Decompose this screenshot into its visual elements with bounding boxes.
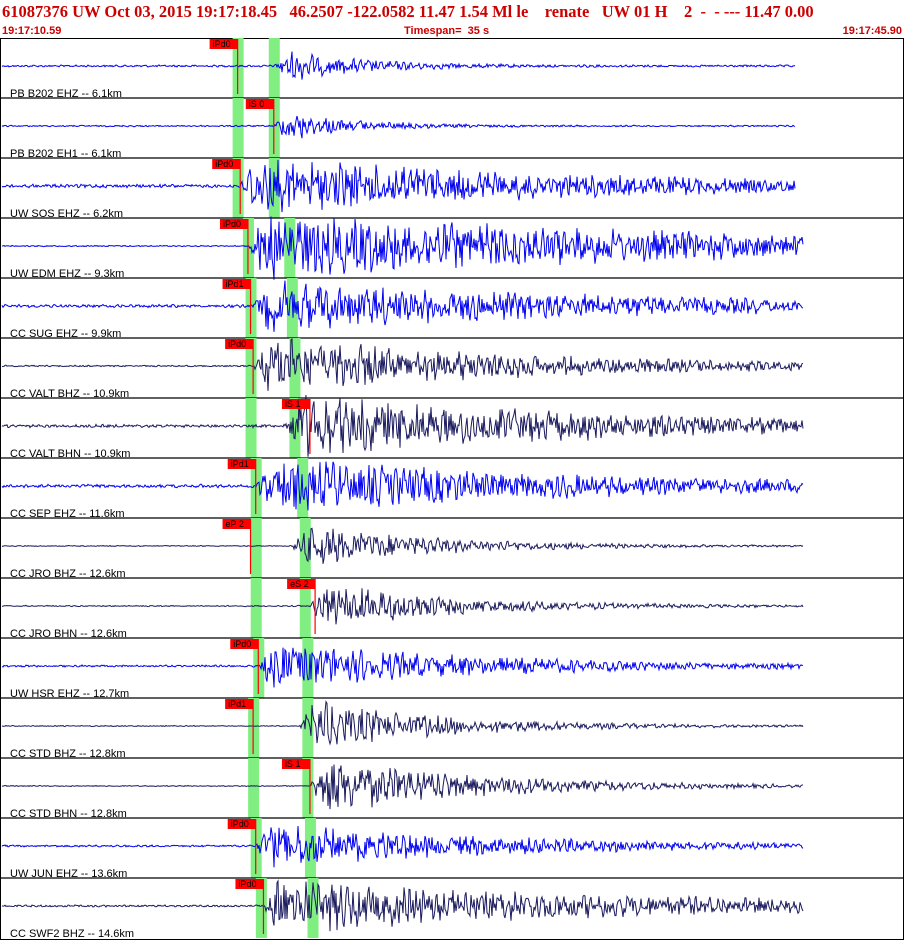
pick-label: iPd0 xyxy=(238,879,256,889)
trace-row: CC STD BHN -- 12.8kmiS 1 xyxy=(0,757,904,820)
p-phase-band xyxy=(245,398,257,458)
pick-label: iPd0 xyxy=(223,219,241,229)
waveform-trace xyxy=(1,115,796,139)
pick-label: iPd0 xyxy=(231,819,249,829)
plot-header: 61087376 UW Oct 03, 2015 19:17:18.45 46.… xyxy=(0,0,904,38)
waveform-trace xyxy=(1,764,804,810)
trace-row: CC SWF2 BHZ -- 14.6km iPd0 xyxy=(0,877,904,940)
pick-label: iPd0 xyxy=(228,339,246,349)
pick-label: iPd0 xyxy=(215,159,233,169)
trace-row: CC SEP EHZ -- 11.6kmiPd1 xyxy=(0,457,904,520)
trace-row: CC STD BHZ -- 12.8kmiPd1 xyxy=(0,697,904,760)
pick-label: eP 2 xyxy=(226,519,244,529)
event-title: 61087376 UW Oct 03, 2015 19:17:18.45 46.… xyxy=(2,2,814,21)
p-phase-band xyxy=(232,98,244,158)
trace-row: CC VALT BHZ -- 10.9kmiPd0 xyxy=(0,337,904,400)
start-time: 19:17:10.59 xyxy=(2,25,62,37)
pick-label: iS 1 xyxy=(285,759,301,769)
waveform-trace xyxy=(2,527,804,564)
trace-row: CC JRO BHN -- 12.6kmeS 2 xyxy=(0,577,904,640)
trace-row: UW HSR EHZ -- 12.7kmiPd0 xyxy=(0,637,904,700)
pick-label: iS 1 xyxy=(285,399,301,409)
waveform-trace xyxy=(1,337,804,391)
pick-label: iPd0 xyxy=(233,639,251,649)
pick-label: iPd1 xyxy=(231,459,249,469)
p-phase-band xyxy=(248,758,260,818)
pick-label: eS 2 xyxy=(290,579,309,589)
trace-row: UW SOS EHZ -- 6.2kmiPd0 xyxy=(0,157,904,220)
pick-label: iPd1 xyxy=(226,279,244,289)
trace-row: CC VALT BHN -- 10.9kmiS 1 xyxy=(0,395,904,460)
timespan-label: Timespan= 35 s xyxy=(404,25,490,37)
trace-row: UW JUN EHZ -- 13.6kmiPd0 xyxy=(0,817,904,880)
trace-row: CC JRO BHZ -- 12.6kmeP 2 xyxy=(0,517,904,580)
waveform-trace xyxy=(1,700,804,746)
waveform-trace xyxy=(1,825,804,868)
waveform-trace xyxy=(1,879,804,932)
end-time: 19:17:45.90 xyxy=(842,25,902,37)
p-phase-band xyxy=(250,578,262,638)
trace-row: UW EDM EHZ -- 9.3kmiPd0 xyxy=(0,216,904,280)
s-phase-band xyxy=(268,38,280,98)
waveform-trace xyxy=(1,647,804,688)
waveform-trace xyxy=(1,51,796,80)
seismogram-panel: PB B202 EHZ -- 6.1kmiPd0PB B202 EH1 -- 6… xyxy=(0,38,904,940)
p-phase-band xyxy=(250,518,262,578)
station-label: CC SWF2 BHZ -- 14.6km xyxy=(10,928,134,940)
pick-label: iPd0 xyxy=(213,39,231,49)
trace-row: PB B202 EH1 -- 6.1kmiS 0 xyxy=(0,97,904,160)
waveform-trace xyxy=(1,461,804,511)
pick-label: iPd1 xyxy=(228,699,246,709)
waveform-trace xyxy=(1,159,796,213)
waveform-trace xyxy=(2,588,804,625)
pick-label: iS 0 xyxy=(249,99,265,109)
waveform-trace xyxy=(1,280,804,332)
plot-frame xyxy=(0,38,904,940)
trace-row: PB B202 EHZ -- 6.1kmiPd0 xyxy=(0,38,904,100)
trace-row: CC SUG EHZ -- 9.9kmiPd1 xyxy=(0,277,904,340)
